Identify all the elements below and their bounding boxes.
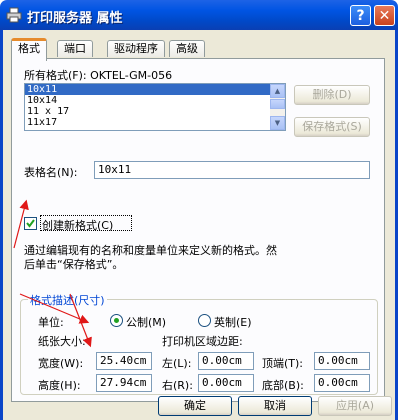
forms-panel: 所有格式(F): OKTEL-GM-056 10x11 10x14 11 x 1… — [11, 58, 385, 402]
english-radio[interactable] — [198, 314, 211, 327]
height-label: 高度(H): — [38, 379, 81, 392]
left-margin-label: 左(L): — [162, 357, 192, 370]
dialog-body: 格式 端口 驱动程序 高级 所有格式(F): OKTEL-GM-056 10x1… — [0, 30, 398, 420]
bottom-margin-field[interactable]: 0.00cm — [314, 374, 370, 392]
top-margin-label: 顶端(T): — [262, 357, 304, 370]
english-label[interactable]: 英制(E) — [214, 314, 252, 330]
right-margin-label: 右(R): — [162, 379, 193, 392]
printable-area-label: 打印机区域边距: — [162, 335, 243, 348]
checkmark-icon — [26, 219, 35, 228]
scroll-thumb[interactable] — [270, 99, 285, 109]
right-margin-field[interactable]: 0.00cm — [198, 374, 254, 392]
create-new-checkbox[interactable] — [24, 217, 37, 230]
list-item[interactable]: 10x14 — [25, 95, 272, 106]
delete-button[interactable]: 删除(D) — [294, 85, 370, 105]
create-new-label[interactable]: 创建新格式(C) — [42, 217, 113, 233]
height-field[interactable]: 27.94cm — [96, 374, 152, 392]
printer-icon — [6, 7, 22, 23]
scroll-up-icon[interactable]: ▲ — [270, 84, 285, 98]
unit-label: 单位: — [38, 316, 64, 329]
left-margin-field[interactable]: 0.00cm — [198, 352, 254, 370]
width-field[interactable]: 25.40cm — [96, 352, 152, 370]
all-forms-label: 所有格式(F): OKTEL-GM-056 — [24, 69, 173, 82]
metric-radio[interactable] — [110, 314, 123, 327]
metric-label[interactable]: 公制(M) — [126, 314, 166, 330]
tab-advanced[interactable]: 高级 — [169, 40, 205, 57]
save-format-button[interactable]: 保存格式(S) — [294, 117, 370, 137]
tab-drivers[interactable]: 驱动程序 — [107, 40, 165, 57]
list-item[interactable]: 11x17 — [25, 117, 272, 128]
scroll-down-icon[interactable]: ▼ — [270, 116, 285, 130]
tab-ports[interactable]: 端口 — [57, 40, 93, 57]
forms-list[interactable]: 10x11 10x14 11 x 17 11x17 ▲ ▼ — [24, 83, 286, 131]
bottom-margin-label: 底部(B): — [262, 379, 304, 392]
ok-button[interactable]: 确定 — [158, 396, 232, 416]
format-description-title: 格式描述(尺寸) — [28, 292, 107, 308]
help-button[interactable]: ? — [350, 5, 371, 26]
window-title: 打印服务器 属性 — [27, 11, 123, 26]
apply-button[interactable]: 应用(A) — [318, 396, 392, 416]
radio-selected-dot — [114, 318, 119, 323]
top-margin-field[interactable]: 0.00cm — [314, 352, 370, 370]
paper-size-label: 纸张大小: — [38, 335, 86, 348]
tab-forms[interactable]: 格式 — [11, 38, 47, 61]
description-line-2: 后单击“保存格式”。 — [24, 258, 124, 271]
list-scrollbar[interactable]: ▲ ▼ — [270, 84, 285, 130]
list-item[interactable]: 11 x 17 — [25, 106, 272, 117]
title-bar: 打印服务器 属性 ? ✕ — [0, 0, 398, 30]
form-name-label: 表格名(N): — [24, 166, 78, 179]
width-label: 宽度(W): — [38, 357, 84, 370]
list-item[interactable]: 10x11 — [25, 84, 272, 95]
close-button[interactable]: ✕ — [374, 5, 395, 26]
form-name-field[interactable]: 10x11 — [94, 161, 370, 179]
cancel-button[interactable]: 取消 — [238, 396, 312, 416]
